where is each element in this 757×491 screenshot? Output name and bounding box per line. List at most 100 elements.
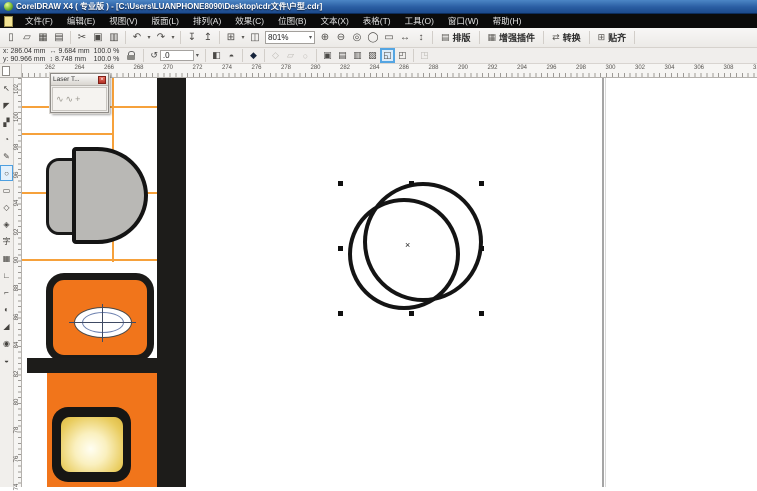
- selection-handle-top-right[interactable]: [479, 181, 484, 186]
- group-button[interactable]: ▤: [335, 48, 350, 63]
- convert-button[interactable]: ⇄转换: [547, 31, 586, 44]
- x-position-value[interactable]: 286.04 mm: [10, 48, 45, 56]
- pick-tool[interactable]: ↖: [0, 80, 13, 96]
- print-button[interactable]: ▤: [51, 30, 67, 46]
- export-button[interactable]: ↥: [200, 30, 216, 46]
- basic-shapes-tool[interactable]: ◈: [0, 216, 13, 232]
- zoom-height-button[interactable]: ↕: [413, 30, 429, 46]
- cut-button[interactable]: ✂: [74, 30, 90, 46]
- scale-y-value[interactable]: 100.0: [94, 56, 112, 64]
- blend-tool[interactable]: ◐: [0, 301, 13, 317]
- fill-tool[interactable]: ◒: [0, 352, 13, 368]
- to-front-button[interactable]: ◱: [380, 48, 395, 63]
- selection-handle-mid-right[interactable]: [479, 246, 484, 251]
- redo-dropdown[interactable]: ▾: [169, 30, 177, 46]
- corel-online-button[interactable]: ◫: [247, 30, 263, 46]
- zoom-in-button[interactable]: ⊕: [317, 30, 333, 46]
- zoom-out-button[interactable]: ⊖: [333, 30, 349, 46]
- laser-curve2-icon[interactable]: ∿: [66, 94, 74, 105]
- rectangle-tool[interactable]: ▭: [0, 182, 13, 198]
- weld-button[interactable]: ◇: [268, 48, 283, 63]
- typeset-button[interactable]: ▤排版: [436, 31, 476, 44]
- chevron-down-icon[interactable]: ▾: [309, 34, 312, 41]
- selection-handle-top-left[interactable]: [338, 181, 343, 186]
- zoom-selected-button[interactable]: ◎: [349, 30, 365, 46]
- selection-handle-bottom-right[interactable]: [479, 311, 484, 316]
- zoom-all-button[interactable]: ◯: [365, 30, 381, 46]
- crop-tool[interactable]: ▞: [0, 114, 13, 130]
- guideline-horizontal[interactable]: [22, 133, 114, 135]
- eyedropper-tool[interactable]: ◢: [0, 318, 13, 334]
- combine-button[interactable]: ▣: [320, 48, 335, 63]
- paste-button[interactable]: ▥: [106, 30, 122, 46]
- app-launcher-button[interactable]: ⊞: [223, 30, 239, 46]
- ellipse-object-right[interactable]: [363, 182, 483, 302]
- convert-to-curves-button[interactable]: ◆: [246, 48, 261, 63]
- undo-button[interactable]: ↶: [129, 30, 145, 46]
- table-tool[interactable]: ▦: [0, 250, 13, 266]
- drawing-canvas[interactable]: ×: [22, 78, 757, 487]
- selection-center-marker[interactable]: ×: [405, 241, 410, 250]
- freehand-tool[interactable]: ✎: [0, 148, 13, 164]
- laser-floating-toolbar[interactable]: Laser T... × ∿∿+: [50, 73, 109, 113]
- dimension-tool[interactable]: ∟: [0, 267, 13, 283]
- open-button[interactable]: ▱: [19, 30, 35, 46]
- stove-plate-shape[interactable]: [61, 417, 123, 472]
- outline-tool[interactable]: ◉: [0, 335, 13, 351]
- wall-shape[interactable]: [157, 78, 186, 487]
- selection-handle-mid-left[interactable]: [338, 246, 343, 251]
- import-button[interactable]: ↧: [184, 30, 200, 46]
- menu-item-1[interactable]: 编辑(E): [60, 14, 102, 28]
- ellipse-tool[interactable]: ○: [0, 165, 13, 181]
- menu-item-8[interactable]: 表格(T): [356, 14, 398, 28]
- intersect-button[interactable]: ○: [298, 48, 313, 63]
- rotation-angle-field[interactable]: .0: [160, 50, 194, 61]
- object-height-value[interactable]: 8.748 mm: [55, 56, 86, 64]
- lock-ratio-icon[interactable]: [127, 51, 136, 61]
- connector-tool[interactable]: ⌐: [0, 284, 13, 300]
- app-launcher-dropdown[interactable]: ▾: [239, 30, 247, 46]
- vertical-ruler[interactable]: 10210098969492908886848280787674: [14, 78, 22, 487]
- snap-button[interactable]: ⊞贴齐: [593, 31, 632, 44]
- mirror-horizontal-button[interactable]: ◧: [209, 48, 224, 63]
- selection-handle-bottom-left[interactable]: [338, 311, 343, 316]
- object-width-value[interactable]: 9.684 mm: [58, 48, 89, 56]
- guideline-horizontal[interactable]: [22, 259, 157, 261]
- zoom-tool[interactable]: ◔: [0, 131, 13, 147]
- polygon-tool[interactable]: ◇: [0, 199, 13, 215]
- horizontal-ruler[interactable]: 2622642662682702722742762782802822842862…: [22, 64, 757, 78]
- counter-black-bar-shape[interactable]: [27, 358, 179, 373]
- new-button[interactable]: ▯: [3, 30, 19, 46]
- armchair-seat-shape[interactable]: [72, 147, 148, 244]
- menu-item-2[interactable]: 视图(V): [102, 14, 144, 28]
- copy-button[interactable]: ▣: [90, 30, 106, 46]
- selection-handle-top-center[interactable]: [409, 181, 414, 186]
- order-button[interactable]: ▧: [365, 48, 380, 63]
- menu-item-4[interactable]: 排列(A): [186, 14, 228, 28]
- menu-item-6[interactable]: 位图(B): [271, 14, 313, 28]
- to-back-button[interactable]: ◰: [395, 48, 410, 63]
- laser-toolbar-titlebar[interactable]: Laser T... ×: [51, 74, 108, 86]
- chevron-down-icon[interactable]: ▾: [196, 52, 199, 59]
- y-position-value[interactable]: 90.966 mm: [10, 56, 45, 64]
- menu-item-0[interactable]: 文件(F): [18, 14, 60, 28]
- zoom-width-button[interactable]: ↔: [397, 30, 413, 46]
- menu-item-3[interactable]: 版面(L): [145, 14, 186, 28]
- laser-curve-icon[interactable]: ∿: [56, 94, 64, 105]
- mirror-vertical-button[interactable]: ◓: [224, 48, 239, 63]
- menu-item-10[interactable]: 窗口(W): [441, 14, 486, 28]
- menu-item-7[interactable]: 文本(X): [313, 14, 355, 28]
- text-tool[interactable]: 字: [0, 233, 13, 249]
- zoom-level-combo[interactable]: 801% ▾: [265, 31, 315, 44]
- shape-tool[interactable]: ◤: [0, 97, 13, 113]
- zoom-page-button[interactable]: ▭: [381, 30, 397, 46]
- trim-button[interactable]: ▱: [283, 48, 298, 63]
- close-icon[interactable]: ×: [98, 76, 106, 84]
- ungroup-button[interactable]: ▥: [350, 48, 365, 63]
- selection-handle-bottom-center[interactable]: [409, 311, 414, 316]
- menu-item-5[interactable]: 效果(C): [228, 14, 271, 28]
- redo-button[interactable]: ↷: [153, 30, 169, 46]
- laser-cursor-icon[interactable]: +: [75, 94, 80, 104]
- menu-item-9[interactable]: 工具(O): [398, 14, 441, 28]
- outline-width-button[interactable]: ◳: [417, 48, 432, 63]
